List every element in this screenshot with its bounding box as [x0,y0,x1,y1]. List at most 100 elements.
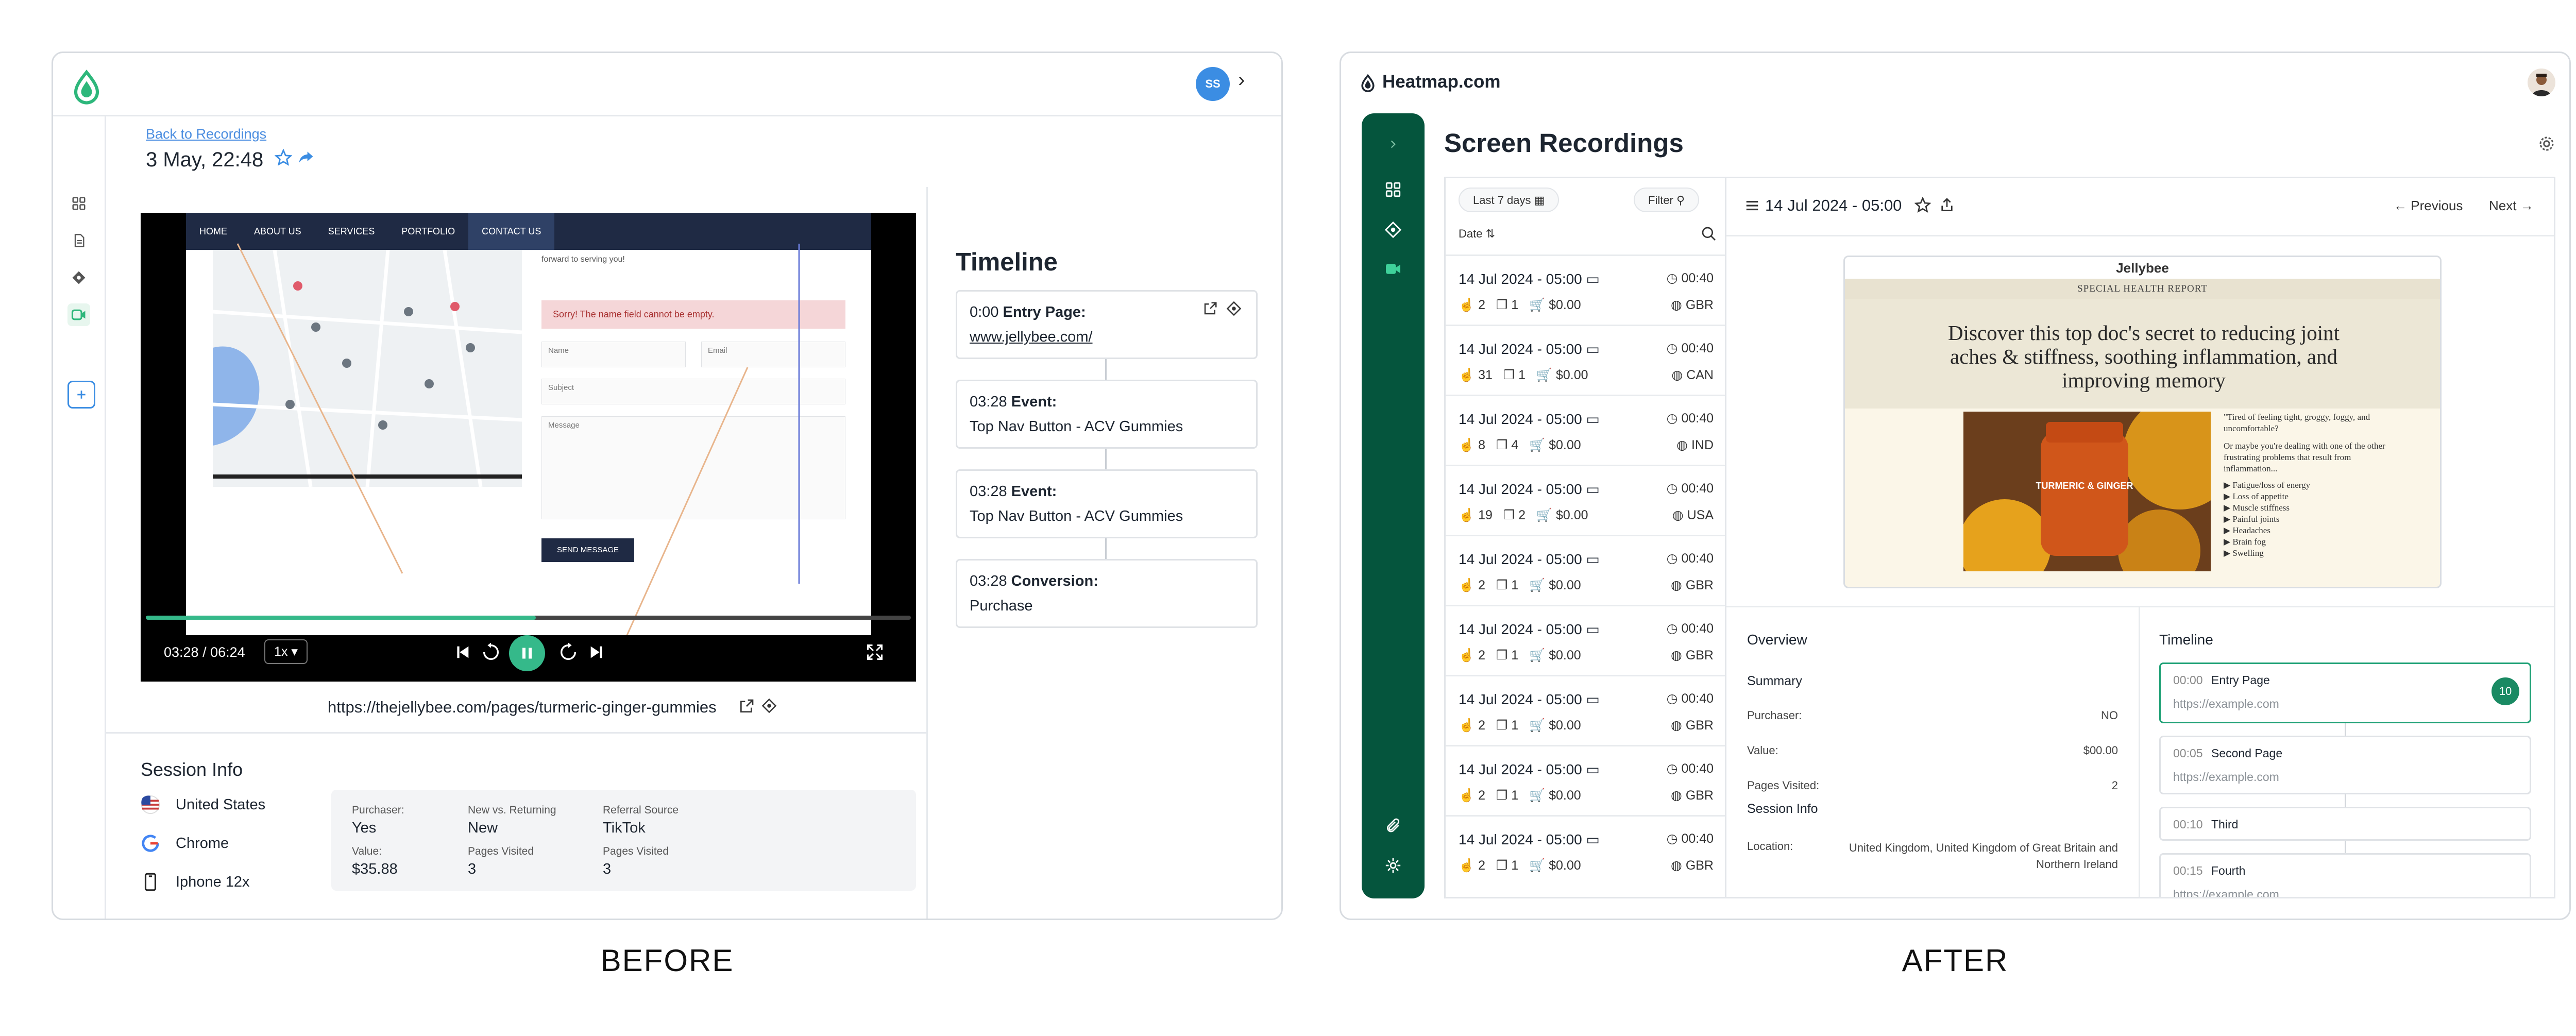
section-divider [1726,606,2554,607]
sort-icon: ⇅ [1485,227,1496,240]
share-upload-icon[interactable] [1939,197,1955,213]
timeline-card[interactable]: 00:05 Second Page https://example.com [2159,736,2531,794]
timeline-event-card[interactable]: 03:28 Event: Top Nav Button - ACV Gummie… [956,380,1258,449]
calendar-icon: ▦ [1534,194,1545,207]
dashboard-grid-icon[interactable] [1383,179,1403,200]
document-icon[interactable] [67,229,90,252]
share-arrow-icon[interactable] [298,149,314,165]
timeline-event-card[interactable]: 0:00 Entry Page: www.jellybee.com/ [956,290,1258,359]
next-button[interactable]: Next → [2489,198,2534,214]
external-link-icon[interactable] [1202,301,1218,316]
timeline-connector [1105,359,1107,380]
recording-date: 14 Jul 2024 - 05:00 ▭ [1459,761,1600,777]
recording-row[interactable]: 14 Jul 2024 - 05:00 ▭ ◷ 00:40 ☝ 31 ❐ 1 🛒 $… [1446,325,1726,395]
user-avatar[interactable]: SS [1196,67,1230,101]
pause-button[interactable] [509,635,545,671]
cart-icon: 🛒 [1529,298,1546,312]
recording-row[interactable]: 14 Jul 2024 - 05:00 ▭ ◷ 00:40 ☝ 2 ❐ 1 🛒 $0… [1446,675,1726,745]
star-icon[interactable] [275,149,292,166]
recording-detail: 14 Jul 2024 - 05:00 ← Previous Next → Je… [1725,177,2555,898]
chevron-right-icon[interactable]: › [1238,69,1245,92]
order-value: $0.00 [1555,368,1588,382]
recording-row[interactable]: 14 Jul 2024 - 05:00 ▭ ◷ 00:40 ☝ 2 ❐ 1 🛒 $0… [1446,605,1726,675]
user-avatar[interactable] [2528,69,2555,96]
add-plus-icon[interactable] [67,381,95,409]
recordings-camera-icon[interactable] [67,303,90,326]
recording-country: ◍ IND [1676,438,1714,452]
sidebar [53,115,106,919]
recording-country: ◍ GBR [1671,298,1714,312]
recording-row[interactable]: 14 Jul 2024 - 05:00 ▭ ◷ 00:40 ☝ 2 ❐ 1 🛒 $0… [1446,745,1726,815]
sidebar-rail [1362,113,1425,898]
recording-row[interactable]: 14 Jul 2024 - 05:00 ▭ ◷ 00:40 ☝ 2 ❐ 1 🛒 $0… [1446,815,1726,885]
preview-headline: Discover this top doc's secret to reduci… [1947,321,2340,392]
recording-row[interactable]: 14 Jul 2024 - 05:00 ▭ ◷ 00:40 ☝ 2 ❐ 1 🛒 $0… [1446,254,1726,325]
rewind-10-icon[interactable] [478,639,504,665]
expand-chevron-icon[interactable] [1383,134,1403,155]
attachment-clip-icon[interactable] [1383,815,1403,836]
sort-by-date[interactable]: Date ⇅ [1459,227,1495,241]
order-value: $0.00 [1549,298,1581,312]
event-type: Conversion: [1011,573,1098,589]
filter-button[interactable]: Filter ⚲ [1634,188,1700,212]
session-country: United States [141,795,265,814]
field-label: Value: [352,845,382,857]
heatmap-diamond-icon[interactable] [1226,301,1242,316]
field-label: Pages Visited [468,845,534,857]
preview-bullets: ▶ Fatigue/loss of energy ▶ Loss of appeti… [2224,480,2394,559]
playback-speed-select[interactable]: 1x ▾ [264,639,308,664]
heatmap-diamond-icon[interactable] [67,266,90,289]
timeline-connector [1105,449,1107,469]
previous-button[interactable]: ← Previous [2394,198,2463,214]
video-progress-bar[interactable] [146,616,911,620]
timeline-time: 00:10 [2173,818,2203,831]
date-range-select[interactable]: Last 7 days ▦ [1459,188,1560,212]
clock-icon: ◷ [1666,621,1678,636]
page-count: 1 [1511,858,1519,873]
preview-intro: "Tired of feeling tight, groggy, foggy, … [2224,412,2370,433]
before-caption: BEFORE [600,943,734,978]
recording-row[interactable]: 14 Jul 2024 - 05:00 ▭ ◷ 00:40 ☝ 19 ❐ 2 🛒 $… [1446,465,1726,535]
back-to-recordings-link[interactable]: Back to Recordings [146,126,266,142]
fullscreen-icon[interactable] [862,639,888,665]
droplet-logo-icon[interactable] [1359,73,1377,93]
filter-funnel-icon: ⚲ [1676,194,1685,207]
globe-icon: ◍ [1671,718,1682,733]
timeline-card-active[interactable]: 00:00 Entry Page https://example.com 10 [2159,663,2531,723]
recording-meta: ☝ 8 ❐ 4 🛒 $0.00 [1459,437,1581,453]
droplet-logo-icon[interactable] [69,69,105,105]
event-type: Entry Page: [1003,304,1086,320]
menu-icon[interactable] [1744,198,1760,213]
field-label: New vs. Returning [468,804,556,816]
field-value: $35.88 [352,861,398,877]
heatmap-diamond-icon[interactable] [761,698,777,714]
skip-back-icon[interactable] [450,639,476,665]
timeline-event-card[interactable]: 03:28 Conversion: Purchase [956,559,1258,628]
cart-icon: 🛒 [1536,508,1553,522]
summary-value: 2 [2111,779,2118,792]
timeline-card[interactable]: 00:10 Third [2159,807,2531,841]
recording-duration: ◷ 00:40 [1666,831,1714,846]
skip-forward-icon[interactable] [584,639,609,665]
heatmap-diamond-icon[interactable] [1383,219,1403,240]
timeline-card[interactable]: 00:15 Fourth https://example.com [2159,853,2531,897]
search-icon[interactable] [1701,226,1717,242]
external-link-icon[interactable] [738,698,755,715]
settings-gear-icon[interactable] [2537,134,2556,153]
recording-row[interactable]: 14 Jul 2024 - 05:00 ▭ ◷ 00:40 ☝ 2 ❐ 1 🛒 $0… [1446,535,1726,605]
timeline-event-card[interactable]: 03:28 Event: Top Nav Button - ACV Gummie… [956,469,1258,538]
event-detail-link[interactable]: www.jellybee.com/ [970,329,1093,346]
star-icon[interactable] [1914,197,1931,213]
recording-date: 14 Jul 2024 - 05:00 ▭ [1459,691,1600,707]
preview-bullet: ▶ Muscle stiffness [2224,503,2290,513]
page-screenshot-preview[interactable]: Jellybee SPECIAL HEALTH REPORT Discover … [1843,256,2442,588]
page-url: https://thejellybee.com/pages/turmeric-g… [328,698,717,716]
settings-gear-icon[interactable] [1383,855,1403,876]
session-video-player[interactable]: HOME ABOUT US SERVICES PORTFOLIO CONTACT US … [141,213,916,682]
forward-10-icon[interactable] [555,639,581,665]
page-count: 1 [1518,368,1526,382]
recordings-camera-icon[interactable] [1383,259,1403,279]
event-detail: Top Nav Button - ACV Gummies [970,508,1183,524]
recording-row[interactable]: 14 Jul 2024 - 05:00 ▭ ◷ 00:40 ☝ 8 ❐ 4 🛒 $0… [1446,395,1726,465]
dashboard-grid-icon[interactable] [67,192,90,215]
